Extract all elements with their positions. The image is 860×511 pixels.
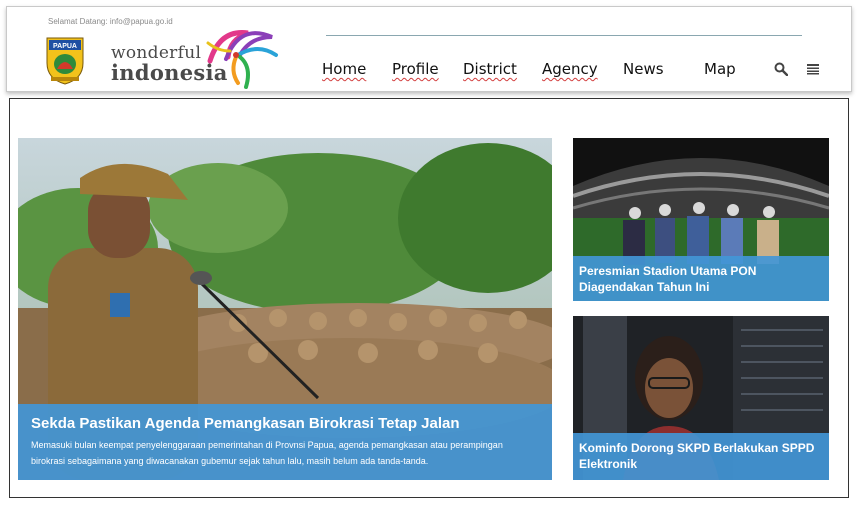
- main-navigation: Home Profile District Agency News Map: [7, 60, 851, 84]
- side-news-caption: Kominfo Dorong SKPD Berlakukan SPPD Elek…: [573, 433, 829, 480]
- featured-description: Memasuki bulan keempat penyelenggaraan p…: [31, 440, 503, 466]
- welcome-text: Selamat Datang: info@papua.go.id: [48, 17, 173, 26]
- side-news-caption: Peresmian Stadion Utama PON Diagendakan …: [573, 256, 829, 301]
- side-news-title[interactable]: Peresmian Stadion Utama PON Diagendakan …: [579, 263, 823, 295]
- menu-icon[interactable]: [806, 62, 820, 76]
- nav-item-profile[interactable]: Profile: [392, 60, 439, 78]
- nav-item-home[interactable]: Home: [322, 60, 366, 78]
- featured-title[interactable]: Sekda Pastikan Agenda Pemangkasan Birokr…: [31, 415, 539, 432]
- nav-item-news[interactable]: News: [623, 60, 664, 78]
- crest-label: PAPUA: [53, 43, 77, 50]
- side-news-card[interactable]: Peresmian Stadion Utama PON Diagendakan …: [573, 138, 829, 301]
- side-news-title[interactable]: Kominfo Dorong SKPD Berlakukan SPPD Elek…: [579, 440, 823, 472]
- side-news-card[interactable]: Kominfo Dorong SKPD Berlakukan SPPD Elek…: [573, 316, 829, 480]
- nav-item-map[interactable]: Map: [704, 60, 736, 78]
- search-icon[interactable]: [774, 62, 788, 76]
- news-frame: Sekda Pastikan Agenda Pemangkasan Birokr…: [9, 98, 849, 498]
- nav-divider: [326, 35, 802, 36]
- site-header: Selamat Datang: info@papua.go.id PAPUA w…: [6, 6, 852, 92]
- featured-caption: Sekda Pastikan Agenda Pemangkasan Birokr…: [18, 404, 552, 480]
- featured-news-card[interactable]: Sekda Pastikan Agenda Pemangkasan Birokr…: [18, 138, 552, 480]
- nav-item-district[interactable]: District: [463, 60, 517, 78]
- nav-item-agency[interactable]: Agency: [542, 60, 598, 78]
